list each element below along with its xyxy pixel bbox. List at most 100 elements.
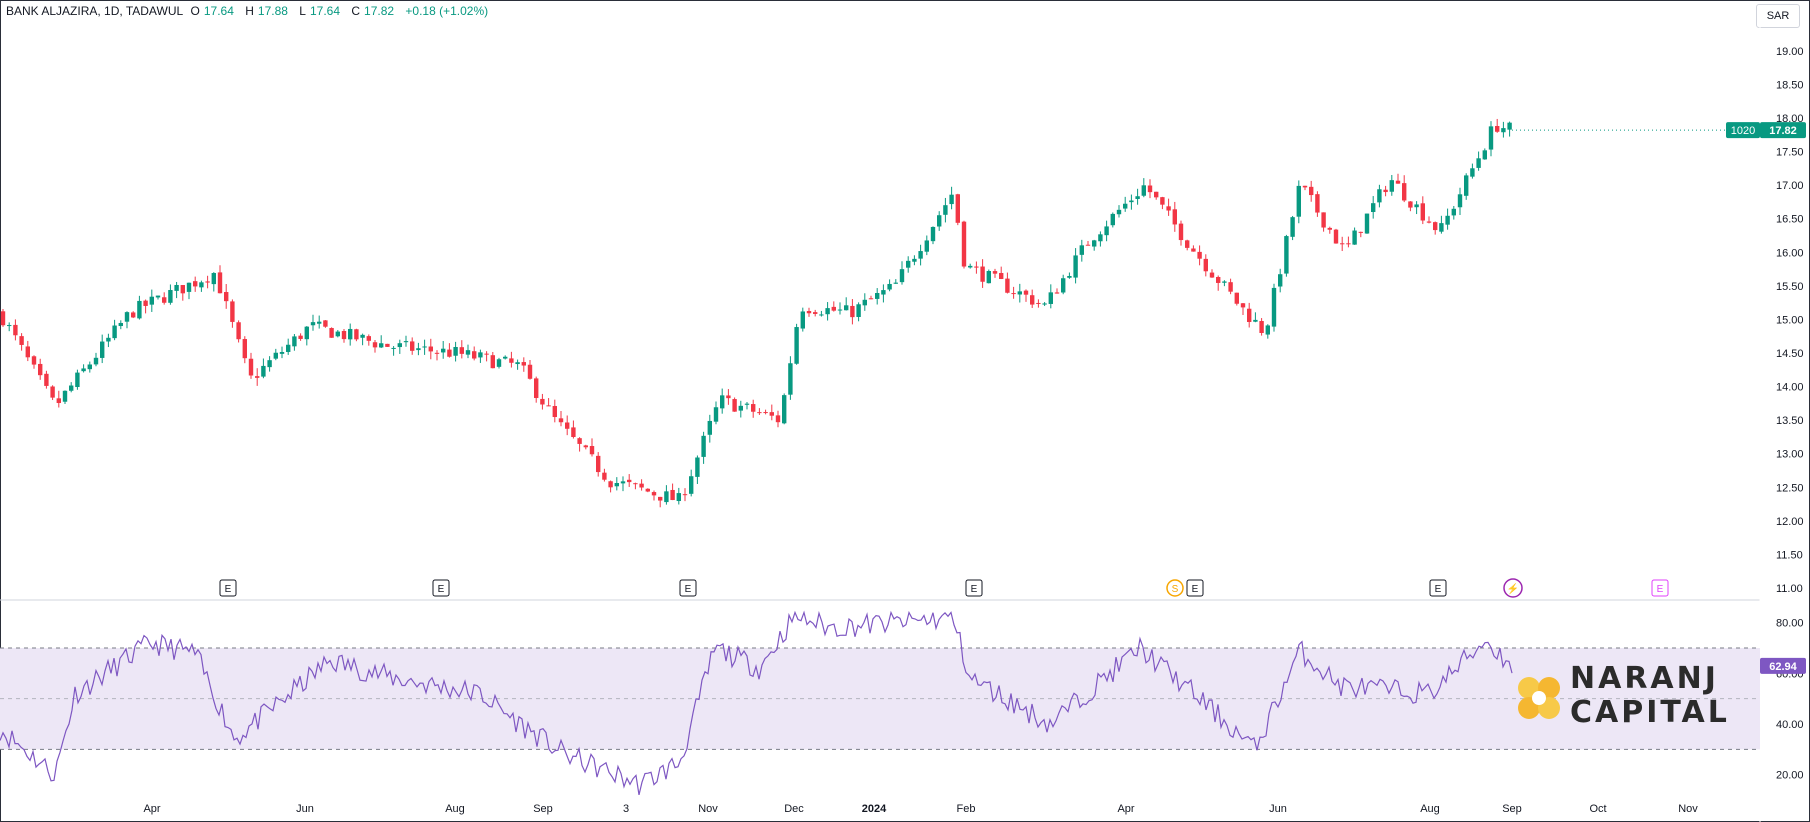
candle-body — [465, 350, 471, 355]
rsi-axis-tick-label: 80.00 — [1776, 618, 1804, 630]
candle-body — [292, 336, 297, 347]
candle-body — [180, 285, 185, 294]
candle-body — [1476, 158, 1481, 168]
candle-body — [1073, 255, 1078, 278]
candle-body — [769, 412, 774, 416]
candle-body — [44, 373, 49, 386]
candle-body — [992, 271, 998, 274]
dividend-event-letter: S — [1172, 584, 1179, 595]
candle-body — [267, 360, 272, 368]
candle-body — [248, 358, 254, 376]
candle-body — [1085, 244, 1091, 246]
candle-body — [1061, 278, 1066, 293]
candle-body — [1439, 223, 1444, 232]
candle-body — [670, 489, 675, 501]
candle-body — [87, 364, 92, 370]
candle-body — [639, 483, 644, 488]
rsi-value-tag: 62.94 — [1769, 661, 1797, 673]
time-axis-tick-label: Dec — [784, 803, 804, 815]
candle-body — [552, 406, 557, 418]
candle-body — [329, 328, 334, 338]
candle-body — [1408, 201, 1413, 208]
candle-body — [1383, 189, 1388, 193]
candle-body — [1141, 185, 1146, 196]
candle-body — [868, 298, 874, 300]
candle-body — [633, 483, 638, 485]
candle-body — [1309, 186, 1314, 196]
candle-body — [713, 407, 719, 422]
time-axis-tick-label: Aug — [1420, 803, 1440, 815]
candle-body — [1371, 203, 1376, 213]
candle-body — [348, 328, 353, 340]
candle-body — [162, 297, 167, 303]
candle-body — [1501, 128, 1506, 133]
candle-body — [186, 282, 192, 292]
candle-body — [887, 283, 892, 290]
candle-body — [100, 341, 105, 358]
candle-body — [1470, 168, 1475, 177]
candle-body — [13, 324, 18, 336]
price-axis-tick-label: 11.50 — [1776, 549, 1803, 561]
candle-body — [422, 346, 427, 348]
candle-body — [751, 404, 756, 412]
price-axis-tick-label: 11.00 — [1776, 583, 1803, 595]
candle-body — [1036, 302, 1041, 304]
candle-body — [354, 329, 359, 340]
candle-body — [955, 194, 960, 223]
candle-body — [1364, 213, 1370, 234]
candle-body — [453, 346, 458, 356]
candle-body — [434, 352, 440, 354]
earnings-event-letter: E — [971, 584, 978, 595]
candle-body — [1092, 240, 1097, 247]
time-axis-tick-label: Oct — [1589, 803, 1606, 815]
candle-body — [924, 240, 929, 252]
candle-body — [1172, 209, 1177, 225]
candle-body — [1178, 223, 1184, 241]
candle-body — [106, 337, 111, 342]
candle-body — [1011, 293, 1016, 295]
candle-body — [1104, 226, 1109, 236]
candle-body — [385, 343, 390, 347]
candle-body — [205, 281, 210, 283]
candle-body — [236, 322, 241, 340]
candle-body — [372, 342, 378, 348]
candle-body — [1488, 126, 1494, 150]
time-axis-tick-label: Apr — [143, 803, 160, 815]
candle-body — [1079, 245, 1084, 255]
candle-body — [664, 491, 669, 503]
candle-body — [391, 347, 396, 349]
candle-body — [1284, 236, 1289, 274]
candle-body — [695, 457, 700, 477]
candle-body — [943, 205, 948, 215]
earnings-event-letter: E — [225, 584, 232, 595]
candle-body — [1395, 180, 1401, 184]
candle-body — [825, 308, 830, 315]
candle-body — [403, 341, 409, 343]
candle-body — [918, 251, 923, 259]
candle-body — [93, 357, 99, 365]
candle-body — [1457, 194, 1463, 208]
candle-body — [1166, 206, 1171, 211]
candle-body — [509, 358, 514, 363]
candle-body — [558, 418, 564, 423]
candle-body — [118, 322, 123, 327]
candle-body — [651, 492, 657, 496]
candle-body — [298, 335, 303, 339]
candle-body — [1129, 200, 1134, 203]
earnings-event-letter: E — [685, 584, 692, 595]
candle-body — [546, 405, 551, 407]
candle-body — [143, 300, 148, 306]
candle-body — [515, 362, 520, 365]
time-axis-tick-label: Nov — [698, 803, 718, 815]
candle-body — [813, 312, 818, 314]
candle-body — [1023, 290, 1029, 295]
candle-body — [899, 269, 905, 283]
candle-body — [1389, 180, 1394, 192]
candle-body — [732, 399, 737, 412]
candle-body — [62, 390, 68, 402]
candle-body — [707, 420, 712, 435]
candle-body — [211, 273, 216, 285]
candle-body — [689, 476, 694, 494]
candle-body — [1135, 196, 1140, 199]
candle-body — [242, 339, 247, 359]
